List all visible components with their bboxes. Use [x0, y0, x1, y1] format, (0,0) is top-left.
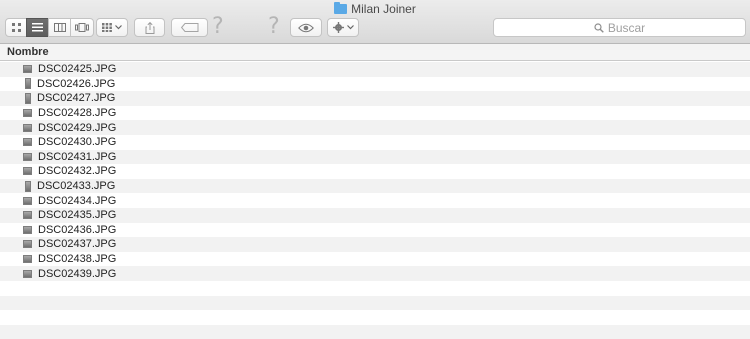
icon-view-button[interactable] [5, 18, 27, 37]
file-name: DSC02432.JPG [38, 165, 117, 178]
file-name: DSC02437.JPG [38, 238, 117, 251]
file-name: DSC02434.JPG [38, 194, 117, 207]
chevron-down-icon [115, 25, 122, 30]
search-placeholder: Buscar [607, 20, 646, 35]
image-file-icon [23, 196, 32, 205]
gear-icon [332, 22, 344, 33]
tag-button[interactable] [171, 18, 208, 37]
image-file-icon [23, 225, 32, 234]
file-row[interactable]: DSC02438.JPG [0, 251, 750, 267]
file-row[interactable]: DSC02439.JPG [0, 266, 750, 281]
window-title-text: Milan Joiner [351, 2, 416, 16]
columns-icon [53, 23, 66, 32]
list-view-button[interactable] [26, 18, 49, 37]
file-list: DSC02425.JPG DSC02426.JPG DSC02427.JPG DSC0… [0, 62, 750, 339]
file-row[interactable]: DSC02437.JPG [0, 237, 750, 252]
window-title: Milan Joiner [0, 2, 750, 16]
folder-icon [334, 2, 348, 14]
file-name: DSC02429.JPG [38, 121, 117, 134]
file-row[interactable]: DSC02432.JPG [0, 164, 750, 179]
action-dropdown-button[interactable] [327, 18, 359, 37]
share-icon [145, 21, 154, 34]
file-row[interactable]: DSC02428.JPG [0, 105, 750, 121]
image-file-icon [25, 78, 31, 90]
file-name: DSC02438.JPG [38, 253, 117, 266]
file-row[interactable]: DSC02433.JPG [0, 178, 750, 194]
help-icon-secondary[interactable]: ? [268, 14, 280, 39]
chevron-down-icon [346, 25, 354, 30]
list-icon [32, 23, 43, 32]
image-file-icon [23, 152, 32, 161]
file-name: DSC02439.JPG [38, 267, 117, 280]
empty-row [0, 280, 750, 296]
toolbar: Milan Joiner ? ? Buscar [0, 0, 750, 44]
view-mode-segmented-control [5, 18, 94, 37]
cover-flow-icon [75, 23, 89, 32]
file-name: DSC02436.JPG [38, 223, 117, 236]
column-header-label: Nombre [7, 46, 49, 58]
image-file-icon [23, 109, 32, 118]
file-row[interactable]: DSC02435.JPG [0, 207, 750, 223]
image-file-icon [25, 180, 31, 192]
file-row[interactable]: DSC02434.JPG [0, 193, 750, 208]
arrange-grid-icon [102, 23, 112, 32]
file-name: DSC02427.JPG [37, 92, 116, 105]
file-row[interactable]: DSC02430.JPG [0, 134, 750, 150]
file-name: DSC02431.JPG [38, 150, 117, 163]
file-name: DSC02428.JPG [38, 107, 117, 120]
file-row[interactable]: DSC02436.JPG [0, 222, 750, 238]
file-name: DSC02426.JPG [37, 77, 116, 90]
cover-flow-button[interactable] [70, 18, 94, 37]
tag-icon [180, 23, 198, 32]
column-header-name[interactable]: Nombre [0, 44, 750, 61]
file-row[interactable]: DSC02425.JPG [0, 62, 750, 77]
file-name: DSC02435.JPG [38, 209, 117, 222]
file-name: DSC02433.JPG [37, 180, 116, 193]
file-row[interactable]: DSC02426.JPG [0, 76, 750, 92]
empty-row [0, 324, 750, 339]
image-file-icon [23, 269, 32, 278]
file-row[interactable]: DSC02427.JPG [0, 91, 750, 106]
file-name: DSC02430.JPG [38, 136, 117, 149]
search-icon [594, 22, 604, 33]
file-name: DSC02425.JPG [38, 63, 117, 76]
grid-icon [11, 23, 21, 32]
image-file-icon [23, 255, 32, 264]
column-view-button[interactable] [48, 18, 71, 37]
image-file-icon [23, 240, 32, 249]
empty-row [0, 310, 750, 325]
quick-look-button[interactable] [290, 18, 322, 37]
share-button[interactable] [134, 18, 165, 37]
eye-icon [298, 23, 314, 32]
arrange-dropdown-button[interactable] [96, 18, 128, 37]
file-row[interactable]: DSC02429.JPG [0, 120, 750, 135]
help-icon[interactable]: ? [212, 14, 224, 39]
image-file-icon [23, 211, 32, 220]
image-file-icon [23, 167, 32, 176]
image-file-icon [25, 92, 31, 104]
image-file-icon [23, 123, 32, 132]
search-field[interactable]: Buscar [493, 18, 746, 37]
file-row[interactable]: DSC02431.JPG [0, 149, 750, 165]
image-file-icon [23, 138, 32, 147]
empty-row [0, 295, 750, 311]
image-file-icon [23, 65, 32, 74]
